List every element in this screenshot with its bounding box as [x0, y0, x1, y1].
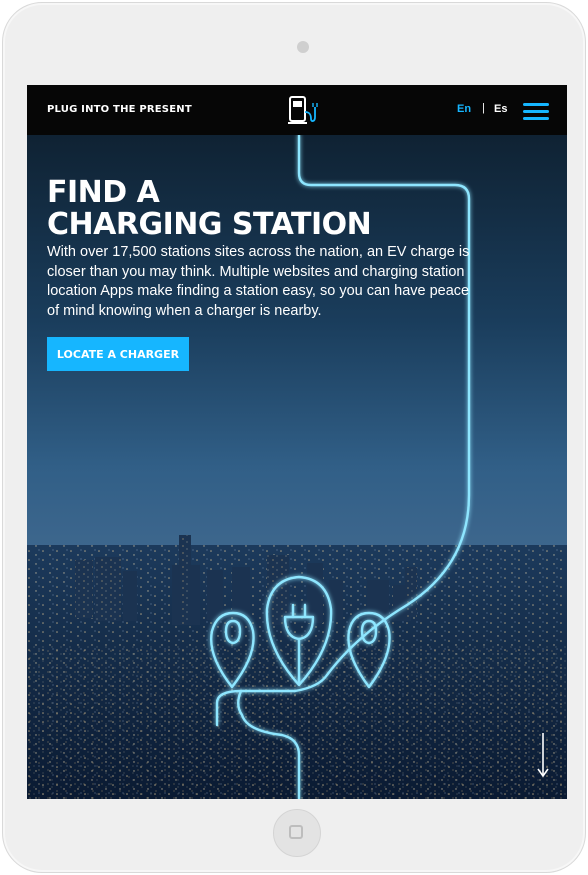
hero-title-line-1: FIND A [47, 175, 160, 210]
home-button[interactable] [273, 809, 321, 857]
site-tagline: PLUG INTO THE PRESENT [47, 104, 192, 115]
down-arrow-icon[interactable] [533, 731, 553, 779]
home-square-icon [289, 825, 303, 839]
language-es-link[interactable]: Es [494, 103, 507, 115]
locate-charger-button[interactable]: LOCATE A CHARGER [47, 337, 189, 371]
language-separator: | [482, 102, 485, 114]
hero-description: With over 17,500 stations sites across t… [47, 244, 470, 319]
hero-title: FIND A CHARGING STATION [47, 175, 372, 242]
hero-section: FIND A CHARGING STATION With over 17,500… [27, 135, 567, 799]
camera-dot [297, 41, 309, 53]
charging-station-logo-icon[interactable] [286, 95, 326, 127]
language-en-link[interactable]: En [457, 103, 471, 115]
tablet-frame: PLUG INTO THE PRESENT En | Es FIND A CHA… [2, 2, 586, 873]
top-navigation-bar: PLUG INTO THE PRESENT En | Es [27, 85, 567, 135]
hamburger-menu-icon[interactable] [523, 103, 549, 120]
hero-title-line-2: CHARGING STATION [47, 207, 372, 242]
screen: PLUG INTO THE PRESENT En | Es FIND A CHA… [27, 85, 567, 799]
